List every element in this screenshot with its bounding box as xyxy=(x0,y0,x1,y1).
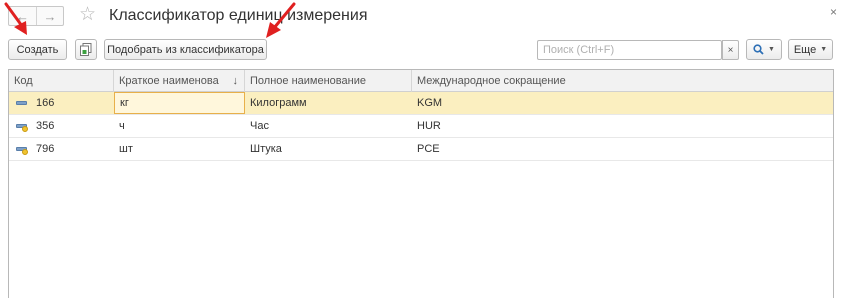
back-icon[interactable]: ← xyxy=(9,7,36,25)
chevron-down-icon: ▼ xyxy=(768,46,775,53)
column-intl-abbreviation[interactable]: Международное сокращение xyxy=(412,70,833,92)
search-icon xyxy=(753,44,764,55)
clear-search-button[interactable]: × xyxy=(722,40,739,60)
column-short-name-label: Краткое наименова xyxy=(119,75,219,87)
copy-button[interactable] xyxy=(75,39,97,60)
title-bar: ← → ☆ Классификатор единиц измерения × xyxy=(0,0,846,32)
cell-code: 166 xyxy=(9,92,114,114)
navigation-buttons: ← → xyxy=(8,6,64,26)
cell-short-name[interactable]: кг xyxy=(114,92,245,114)
unit-predefined-icon xyxy=(16,120,28,132)
cell-full-name: Килограмм xyxy=(250,97,307,109)
column-full-name[interactable]: Полное наименование xyxy=(245,70,412,92)
cell-intl-abbreviation: PCE xyxy=(417,143,440,155)
unit-icon xyxy=(16,97,28,109)
page-title: Классификатор единиц измерения xyxy=(109,7,368,24)
code-value: 166 xyxy=(36,97,55,109)
search-input[interactable] xyxy=(537,40,722,60)
table-header: Код Краткое наименова ↓ Полное наименова… xyxy=(9,70,833,92)
copy-icon xyxy=(80,43,92,56)
forward-icon[interactable]: → xyxy=(36,7,63,25)
code-value: 356 xyxy=(36,120,55,132)
cell-short-name: шт xyxy=(119,143,133,155)
sort-down-icon: ↓ xyxy=(232,75,239,87)
more-button[interactable]: Еще ▼ xyxy=(788,39,833,60)
cell-short-name: ч xyxy=(119,120,125,132)
table-row[interactable]: 166 кг Килограмм KGM xyxy=(9,92,833,115)
cell-full-name: Штука xyxy=(250,143,282,155)
more-label: Еще xyxy=(793,43,817,56)
cell-intl-abbreviation: KGM xyxy=(417,97,443,109)
column-short-name[interactable]: Краткое наименова ↓ xyxy=(114,70,245,92)
star-icon[interactable]: ☆ xyxy=(79,4,96,26)
cell-code: 796 xyxy=(9,138,114,160)
units-table: Код Краткое наименова ↓ Полное наименова… xyxy=(8,69,834,298)
pick-from-classifier-button[interactable]: Подобрать из классификатора xyxy=(104,39,267,60)
cell-code: 356 xyxy=(9,115,114,137)
code-value: 796 xyxy=(36,143,55,155)
column-code[interactable]: Код xyxy=(9,70,114,92)
chevron-down-icon: ▼ xyxy=(820,46,828,53)
close-icon[interactable]: × xyxy=(830,5,837,19)
create-button[interactable]: Создать xyxy=(8,39,67,60)
table-row[interactable]: 356 ч Час HUR xyxy=(9,115,833,138)
cell-intl-abbreviation: HUR xyxy=(417,120,441,132)
table-row[interactable]: 796 шт Штука PCE xyxy=(9,138,833,161)
unit-predefined-icon xyxy=(16,143,28,155)
search-button[interactable]: ▼ xyxy=(746,39,782,60)
cell-full-name: Час xyxy=(250,120,269,132)
